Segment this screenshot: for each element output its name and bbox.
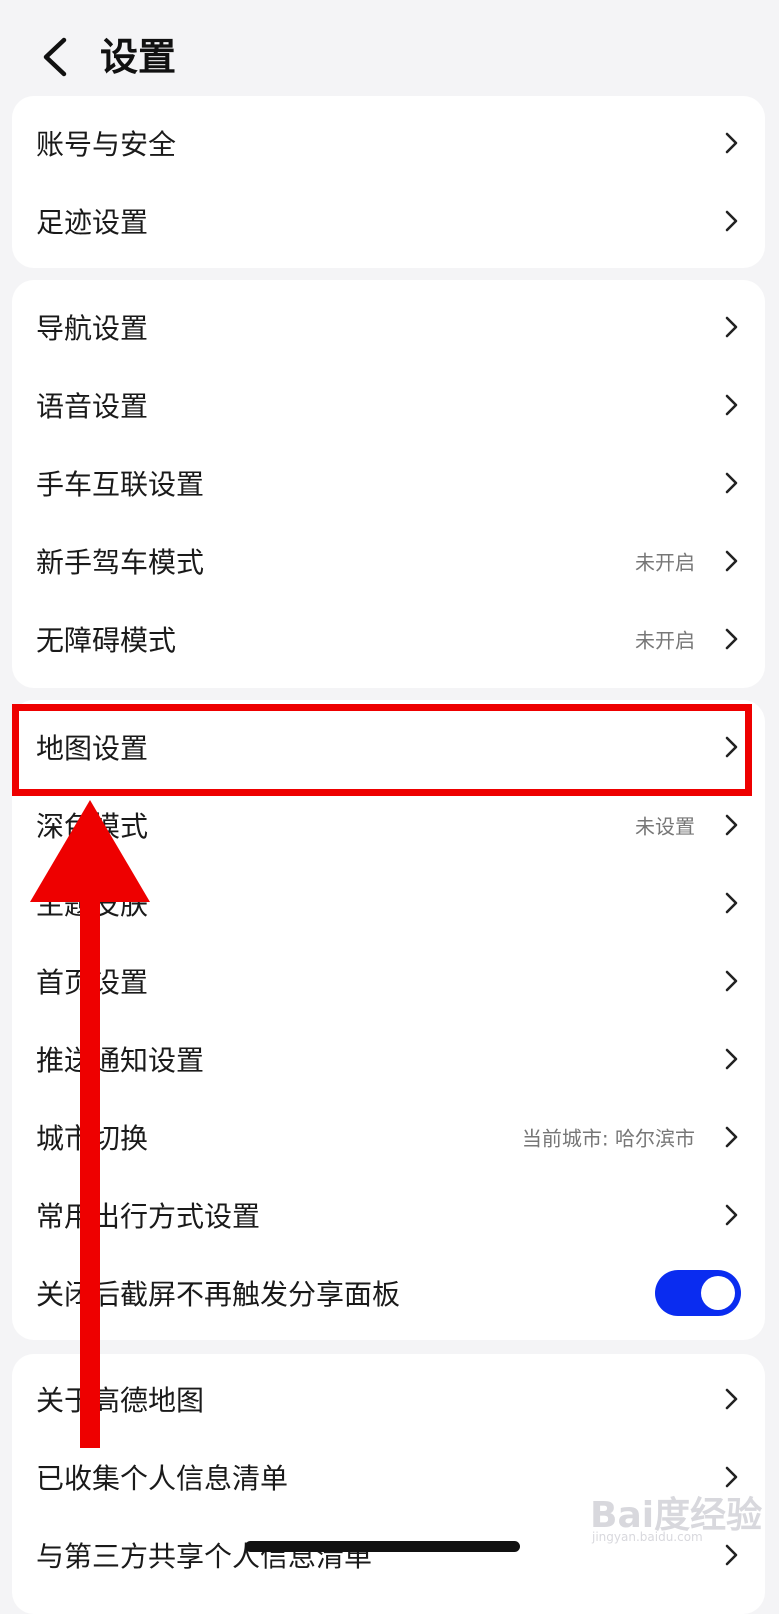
page-title: 设置 <box>100 35 177 79</box>
row-home-settings[interactable]: 首页设置 <box>12 942 765 1020</box>
row-current-city-value: 当前城市: 哈尔滨市 <box>521 1126 695 1151</box>
chevron-right-icon <box>725 1204 738 1226</box>
chevron-right-icon <box>725 394 738 416</box>
settings-card-display: 地图设置 深色模式 未设置 主题皮肤 首页设置 推送通知设置 城市切换 当前城市… <box>12 700 765 1340</box>
settings-card-navigation: 导航设置 语音设置 手车互联设置 新手驾车模式 未开启 无障碍模式 未开启 <box>12 280 765 688</box>
row-about-amap[interactable]: 关于高德地图 <box>12 1360 765 1438</box>
row-map-settings[interactable]: 地图设置 <box>12 708 765 786</box>
row-status-value: 未设置 <box>635 814 695 839</box>
chevron-right-icon <box>725 550 738 572</box>
row-label: 主题皮肤 <box>36 888 149 921</box>
chevron-right-icon <box>725 316 738 338</box>
row-label: 账号与安全 <box>36 128 177 161</box>
screenshot-share-toggle[interactable] <box>655 1270 741 1316</box>
row-screenshot-share-panel: 关闭后截屏不再触发分享面板 <box>12 1254 765 1332</box>
row-label: 推送通知设置 <box>36 1044 205 1077</box>
chevron-right-icon <box>725 1126 738 1148</box>
row-label: 导航设置 <box>36 312 149 345</box>
toggle-knob <box>701 1276 735 1310</box>
home-indicator[interactable] <box>245 1541 520 1552</box>
row-label: 关闭后截屏不再触发分享面板 <box>36 1278 401 1311</box>
chevron-right-icon <box>725 970 738 992</box>
row-navigation-settings[interactable]: 导航设置 <box>12 288 765 366</box>
top-bar: 设置 <box>0 0 779 100</box>
row-label: 新手驾车模式 <box>36 546 205 579</box>
chevron-right-icon <box>725 892 738 914</box>
row-label: 语音设置 <box>36 390 149 423</box>
row-footprint-settings[interactable]: 足迹设置 <box>12 182 765 260</box>
chevron-right-icon <box>725 210 738 232</box>
row-account-security[interactable]: 账号与安全 <box>12 104 765 182</box>
back-button[interactable] <box>30 32 80 82</box>
chevron-left-icon <box>43 37 67 77</box>
row-status-value: 未开启 <box>635 628 695 653</box>
row-label: 无障碍模式 <box>36 624 177 657</box>
row-label: 首页设置 <box>36 966 149 999</box>
row-label: 已收集个人信息清单 <box>36 1462 289 1495</box>
row-label: 地图设置 <box>36 732 149 765</box>
chevron-right-icon <box>725 1048 738 1070</box>
row-label: 深色模式 <box>36 810 149 843</box>
chevron-right-icon <box>725 472 738 494</box>
chevron-right-icon <box>725 628 738 650</box>
row-label: 常用出行方式设置 <box>36 1200 261 1233</box>
chevron-right-icon <box>725 814 738 836</box>
row-label: 城市切换 <box>36 1122 149 1155</box>
settings-card-account: 账号与安全 足迹设置 <box>12 96 765 268</box>
row-novice-driving-mode[interactable]: 新手驾车模式 未开启 <box>12 522 765 600</box>
watermark-url: jingyan.baidu.com <box>592 1530 703 1544</box>
row-theme-skin[interactable]: 主题皮肤 <box>12 864 765 942</box>
row-label: 足迹设置 <box>36 206 149 239</box>
row-label: 关于高德地图 <box>36 1384 205 1417</box>
row-travel-mode-settings[interactable]: 常用出行方式设置 <box>12 1176 765 1254</box>
row-city-switch[interactable]: 城市切换 当前城市: 哈尔滨市 <box>12 1098 765 1176</box>
row-push-notification-settings[interactable]: 推送通知设置 <box>12 1020 765 1098</box>
row-dark-mode[interactable]: 深色模式 未设置 <box>12 786 765 864</box>
chevron-right-icon <box>725 132 738 154</box>
row-voice-settings[interactable]: 语音设置 <box>12 366 765 444</box>
baidu-jingyan-watermark: Bai度经验 jingyan.baidu.com <box>590 1480 765 1550</box>
row-status-value: 未开启 <box>635 550 695 575</box>
row-phone-car-link[interactable]: 手车互联设置 <box>12 444 765 522</box>
chevron-right-icon <box>725 736 738 758</box>
row-label: 手车互联设置 <box>36 468 205 501</box>
row-accessibility-mode[interactable]: 无障碍模式 未开启 <box>12 600 765 678</box>
chevron-right-icon <box>725 1388 738 1410</box>
